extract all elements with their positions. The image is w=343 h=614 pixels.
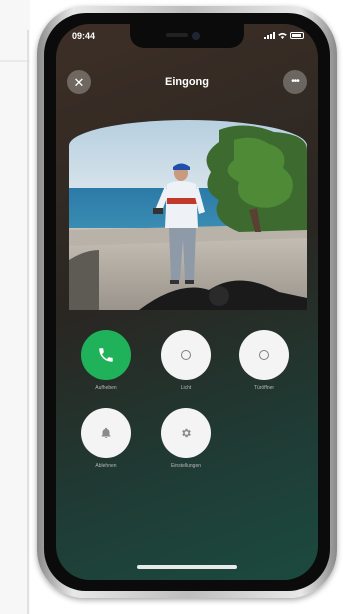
signal-icon	[264, 32, 275, 39]
decline-label: Ablehnen	[95, 463, 117, 469]
status-time: 09:44	[72, 31, 96, 41]
front-camera	[192, 32, 200, 40]
more-icon: •••	[291, 76, 299, 87]
circle-icon	[259, 350, 269, 360]
bell-icon	[101, 427, 111, 438]
status-icons	[264, 32, 304, 39]
decline-button[interactable]	[81, 408, 131, 458]
speaker-grille	[166, 33, 188, 37]
settings-label: Einstellungen	[170, 463, 202, 469]
door-opener-label: Türöffner	[253, 385, 275, 391]
divider	[0, 60, 30, 62]
battery-icon	[290, 32, 304, 39]
wifi-icon	[278, 32, 287, 39]
circle-icon	[181, 350, 191, 360]
phone-frame: 09:44 ✕ Eingong ••• Aufheben Licht Türöf…	[37, 6, 337, 598]
more-button[interactable]: •••	[283, 70, 307, 94]
light-button[interactable]	[161, 330, 211, 380]
camera-feed-image	[69, 120, 307, 310]
home-indicator[interactable]	[137, 565, 237, 569]
page-margin	[0, 0, 30, 614]
camera-video-feed[interactable]	[69, 120, 307, 310]
page-title: Eingong	[165, 76, 209, 88]
app-screen: 09:44 ✕ Eingong ••• Aufheben Licht Türöf…	[56, 24, 318, 580]
gear-icon	[182, 428, 191, 438]
notch	[130, 24, 244, 48]
door-opener-button[interactable]	[239, 330, 289, 380]
light-label: Licht	[180, 385, 192, 391]
answer-label: Aufheben	[95, 385, 117, 391]
answer-button[interactable]	[81, 330, 131, 380]
settings-button[interactable]	[161, 408, 211, 458]
divider	[27, 30, 29, 614]
phone-icon	[99, 348, 113, 362]
